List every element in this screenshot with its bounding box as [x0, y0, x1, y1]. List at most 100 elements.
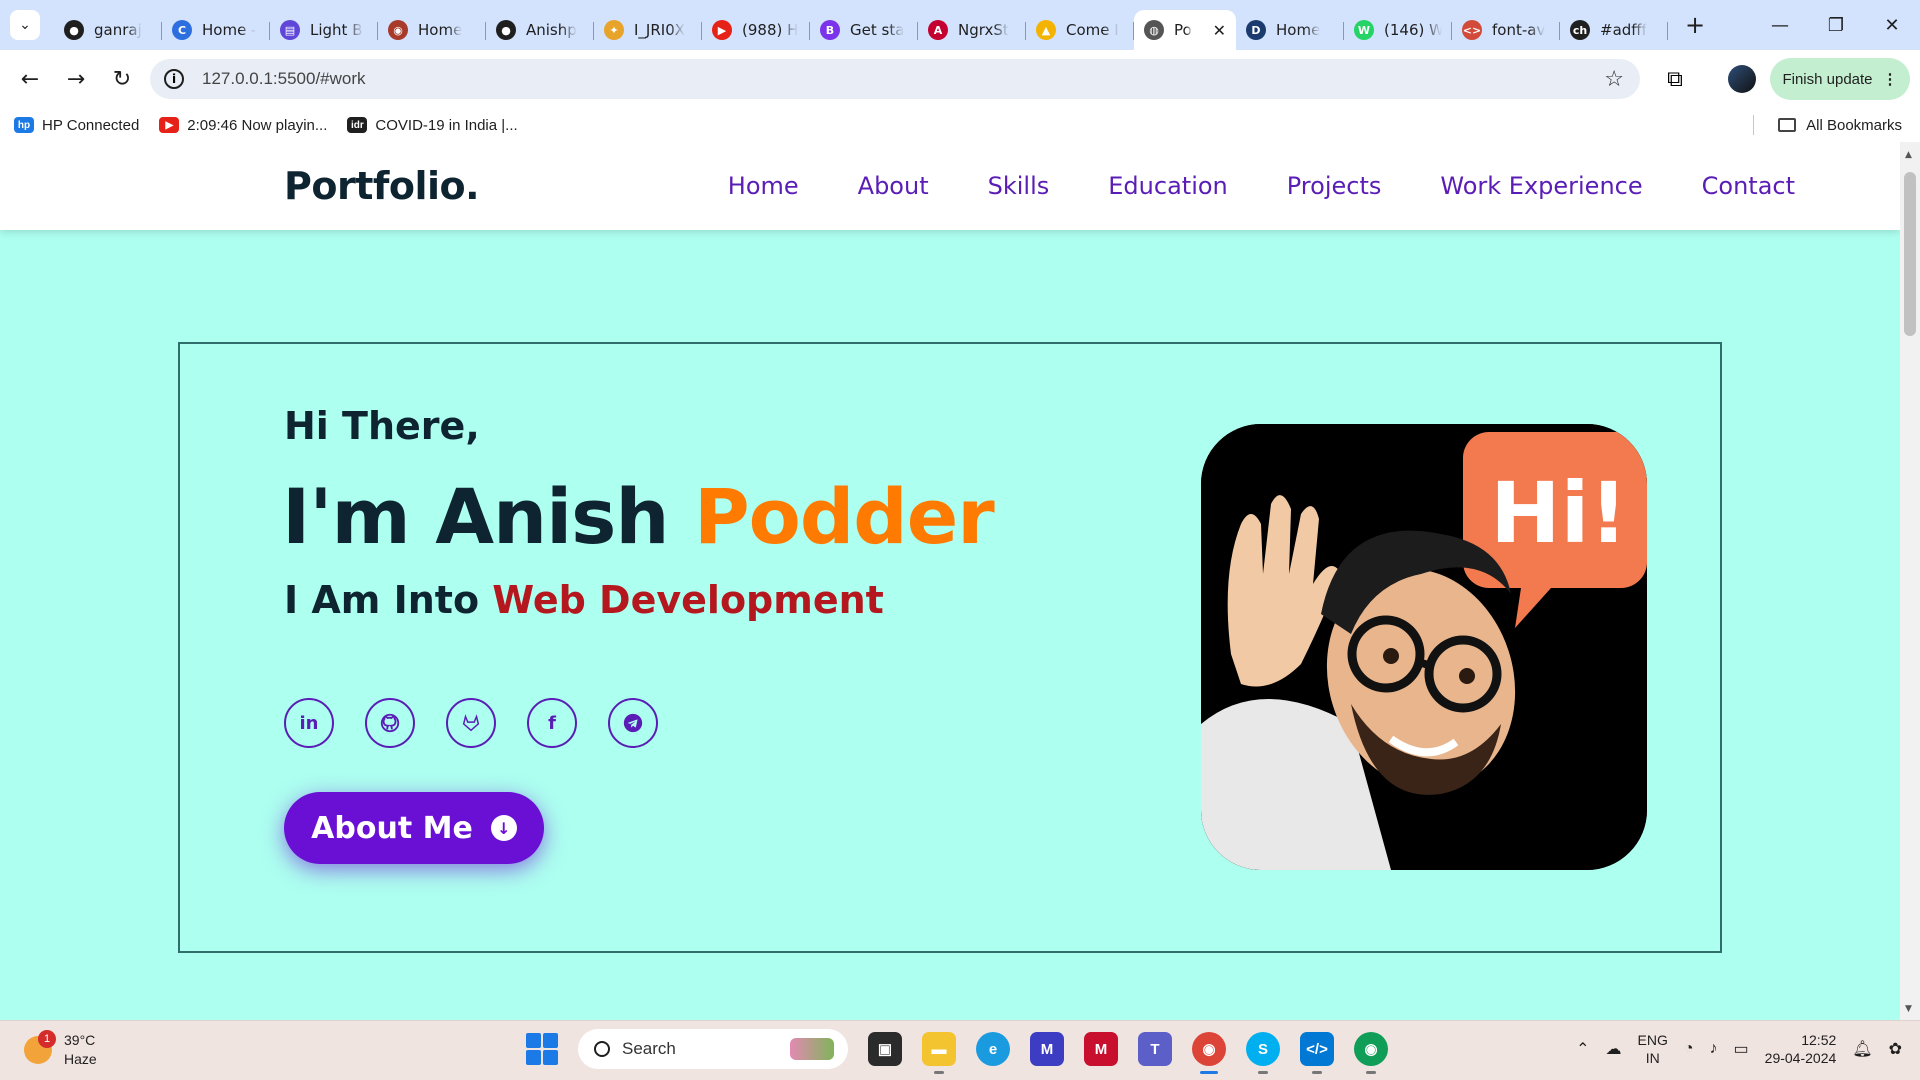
tab-label: Light B: [310, 21, 363, 39]
bookmark-item[interactable]: idr COVID-19 in India |...: [347, 117, 518, 134]
browser-tab[interactable]: C Home -: [162, 10, 270, 50]
more-menu-icon[interactable]: ⋮: [1883, 70, 1898, 88]
browser-tab[interactable]: A NgrxSt: [918, 10, 1026, 50]
browser-tab[interactable]: ● ganraj: [54, 10, 162, 50]
all-bookmarks-label: All Bookmarks: [1806, 116, 1902, 134]
browser-tab[interactable]: ● Anishp: [486, 10, 594, 50]
scrollbar-thumb[interactable]: [1904, 172, 1916, 336]
site-info-icon[interactable]: i: [164, 69, 184, 89]
copilot-icon[interactable]: ✿: [1889, 1039, 1902, 1059]
clock[interactable]: 12:52 29-04-2024: [1765, 1031, 1837, 1067]
browser-tab[interactable]: ch #adfff: [1560, 10, 1668, 50]
browser-tab[interactable]: <> font-av: [1452, 10, 1560, 50]
all-bookmarks-button[interactable]: All Bookmarks: [1778, 117, 1902, 134]
browser-tab[interactable]: ▲ Come I: [1026, 10, 1134, 50]
file-explorer-icon[interactable]: ▬: [922, 1032, 956, 1074]
bookmark-star-icon[interactable]: ☆: [1604, 67, 1624, 92]
onedrive-icon[interactable]: ☁: [1606, 1039, 1622, 1059]
vscode-icon[interactable]: </>: [1300, 1032, 1334, 1074]
tab-label: NgrxSt: [958, 21, 1009, 39]
nav-link-contact[interactable]: Contact: [1702, 172, 1795, 200]
close-tab-icon[interactable]: ✕: [1213, 21, 1226, 40]
browser-tab[interactable]: ✦ I_JRI0X: [594, 10, 702, 50]
address-bar[interactable]: i 127.0.0.1:5500/#work ☆: [150, 59, 1640, 99]
windows-start-button[interactable]: [526, 1033, 558, 1065]
restore-button[interactable]: ❐: [1808, 0, 1864, 50]
taskbar-search[interactable]: Search: [578, 1029, 848, 1069]
chrome-icon[interactable]: ◉: [1192, 1032, 1226, 1074]
gitlab-icon[interactable]: [446, 698, 496, 748]
nav-link-work-experience[interactable]: Work Experience: [1440, 172, 1642, 200]
url-text[interactable]: 127.0.0.1:5500/#work: [202, 69, 366, 89]
browser-tab[interactable]: D Home: [1236, 10, 1344, 50]
clock-date: 29-04-2024: [1764, 1050, 1837, 1066]
arrow-down-circle-icon: ↓: [490, 815, 517, 841]
site-header: Portfolio. Home About Skills Education Proje…: [0, 142, 1900, 230]
mcafee-icon[interactable]: M: [1084, 1032, 1118, 1066]
minimize-button[interactable]: —: [1752, 0, 1808, 50]
facebook-icon[interactable]: f: [527, 698, 577, 748]
github-icon: ●: [64, 20, 84, 40]
browser-tab[interactable]: ▶ (988) H: [702, 10, 810, 50]
bookmark-list: hp HP Connected ▶ 2:09:46 Now playin... idr C…: [0, 117, 524, 134]
tagline-accent: Web Development: [492, 578, 884, 622]
tab-search-button[interactable]: ⌄: [10, 10, 40, 40]
app-icon[interactable]: M: [1030, 1032, 1064, 1066]
globe-icon: ◍: [1144, 20, 1164, 40]
angular-icon: A: [928, 20, 948, 40]
search-highlight-icon: [790, 1038, 834, 1060]
scroll-down-icon[interactable]: ▼: [1905, 1004, 1912, 1014]
extensions-icon[interactable]: ⧉: [1660, 64, 1690, 94]
bookmark-label: HP Connected: [42, 116, 140, 134]
tab-label: Home: [1276, 21, 1321, 39]
emblem-icon: ◉: [388, 20, 408, 40]
weather-widget[interactable]: 1 39°C Haze: [24, 1030, 97, 1069]
nav-link-about[interactable]: About: [858, 172, 929, 200]
search-icon: [594, 1041, 610, 1057]
nav-link-projects[interactable]: Projects: [1287, 172, 1382, 200]
volume-icon[interactable]: ♪: [1710, 1040, 1718, 1058]
chevron-up-icon[interactable]: ⌃: [1576, 1039, 1589, 1059]
nav-link-home[interactable]: Home: [728, 172, 799, 200]
battery-icon[interactable]: ▭: [1734, 1039, 1749, 1059]
linkedin-icon[interactable]: in: [284, 698, 334, 748]
profile-avatar[interactable]: [1728, 65, 1756, 93]
scroll-up-icon[interactable]: ▲: [1905, 150, 1912, 160]
language-indicator[interactable]: ENG IN: [1638, 1031, 1668, 1067]
forward-button[interactable]: →: [56, 59, 96, 99]
weather-badge: 1: [38, 1030, 56, 1048]
bookmark-item[interactable]: hp HP Connected: [14, 117, 139, 134]
tab-label: #adfff: [1600, 21, 1647, 39]
site-logo[interactable]: Portfolio.: [284, 164, 480, 208]
page-scrollbar[interactable]: ▲ ▼: [1900, 142, 1920, 1020]
wifi-icon[interactable]: ◔: [1684, 1040, 1694, 1058]
chrome-profile-icon[interactable]: ◉: [1354, 1032, 1388, 1074]
close-window-button[interactable]: ✕: [1864, 0, 1920, 50]
reload-button[interactable]: ↻: [102, 59, 142, 99]
task-view-icon[interactable]: ▣: [868, 1032, 902, 1066]
taskbar-apps: Search ▣ ▬ e M M T ◉ S </> ◉: [526, 1029, 1388, 1074]
finish-update-button[interactable]: Finish update ⋮: [1770, 58, 1910, 100]
browser-tab[interactable]: W (146) W: [1344, 10, 1452, 50]
tab-strip: ⌄ ● ganraj C Home - ▤ Light B ◉ Home ● Anishp ✦ I_J…: [0, 0, 1920, 50]
back-button[interactable]: ←: [10, 59, 50, 99]
window-controls: — ❐ ✕: [1752, 0, 1920, 50]
browser-tab[interactable]: ◉ Home: [378, 10, 486, 50]
bookmark-item[interactable]: ▶ 2:09:46 Now playin...: [159, 117, 327, 134]
browser-tab[interactable]: B Get sta: [810, 10, 918, 50]
telegram-icon[interactable]: [608, 698, 658, 748]
new-tab-button[interactable]: +: [1680, 10, 1710, 40]
arrow-left-icon: ←: [20, 66, 40, 92]
reload-icon: ↻: [112, 66, 132, 92]
edge-icon[interactable]: e: [976, 1032, 1010, 1066]
about-me-button[interactable]: About Me ↓: [284, 792, 544, 864]
github-icon[interactable]: [365, 698, 415, 748]
nav-link-education[interactable]: Education: [1108, 172, 1227, 200]
name-accent: Podder: [693, 472, 995, 561]
skype-icon[interactable]: S: [1246, 1032, 1280, 1074]
browser-tab[interactable]: ◍ Po ✕: [1134, 10, 1236, 50]
nav-link-skills[interactable]: Skills: [988, 172, 1050, 200]
notification-bell-icon[interactable]: 🔔︎: [1852, 1039, 1872, 1059]
teams-icon[interactable]: T: [1138, 1032, 1172, 1066]
browser-tab[interactable]: ▤ Light B: [270, 10, 378, 50]
